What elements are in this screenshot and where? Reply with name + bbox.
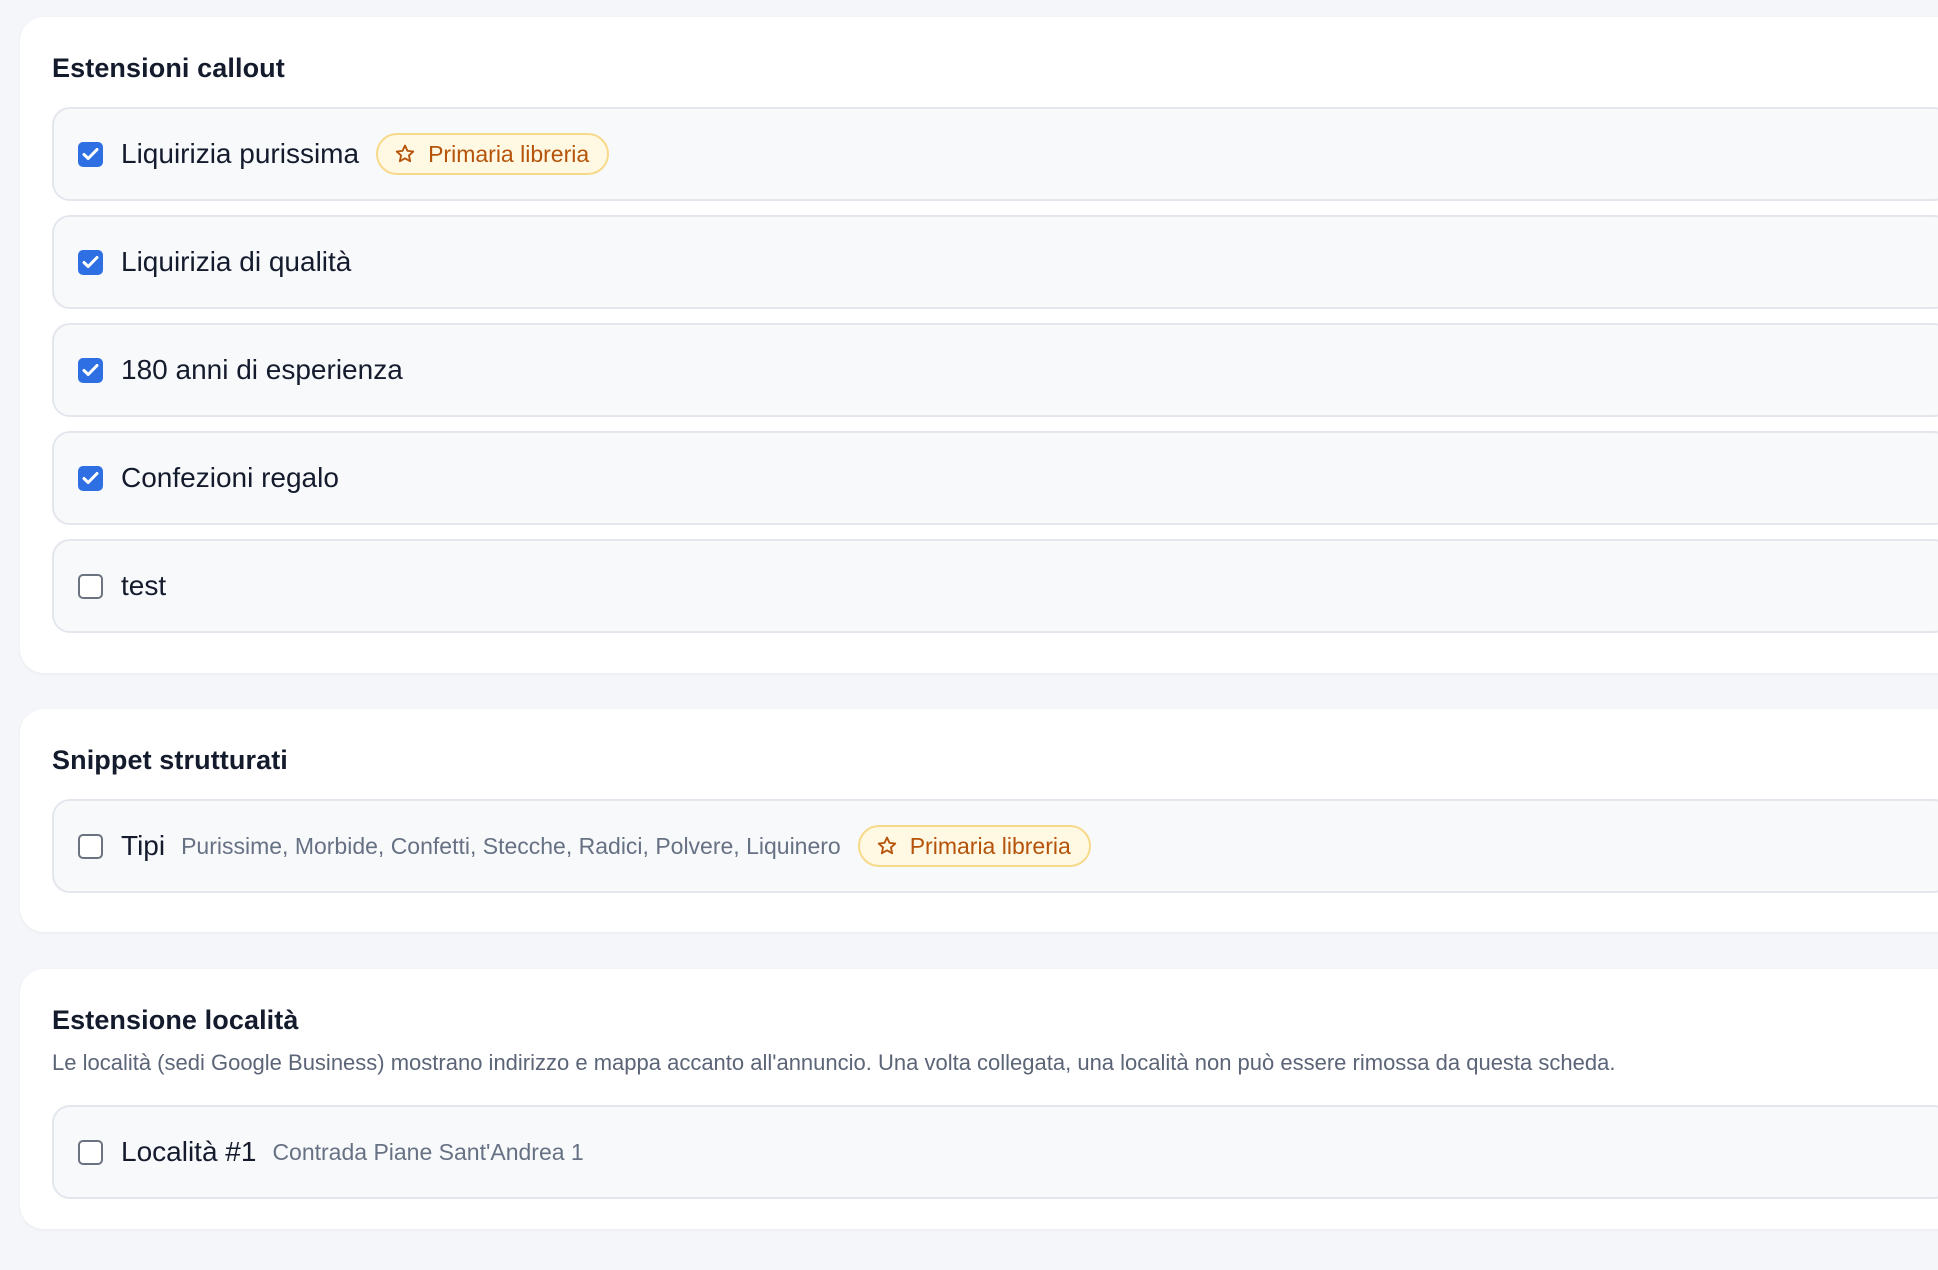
badge-label: Primaria libreria (428, 140, 590, 167)
callout-label: 180 anni di esperienza (121, 354, 403, 385)
snippet-item[interactable]: Tipi Purissime, Morbide, Confetti, Stecc… (52, 799, 1938, 893)
check-icon (82, 472, 99, 484)
snippet-values: Purissime, Morbide, Confetti, Stecche, R… (181, 832, 841, 859)
structured-snippets-card: Snippet strutturati Tipi Purissime, Morb… (20, 709, 1938, 932)
location-list: Località #1 Contrada Piane Sant'Andrea 1 (52, 1105, 1938, 1199)
callout-list: Liquirizia purissima Primaria libreria L… (52, 107, 1938, 633)
callout-item[interactable]: test (52, 539, 1938, 633)
callout-item[interactable]: Liquirizia purissima Primaria libreria (52, 107, 1938, 201)
checkbox-unchecked[interactable] (78, 1139, 103, 1165)
checkbox-unchecked[interactable] (78, 833, 103, 859)
callout-label: Confezioni regalo (121, 462, 339, 493)
section-title: Estensione località (52, 1005, 299, 1035)
section-title: Snippet strutturati (52, 745, 288, 775)
star-icon (394, 143, 416, 165)
location-address: Contrada Piane Sant'Andrea 1 (272, 1138, 584, 1165)
callout-item[interactable]: Confezioni regalo (52, 431, 1938, 525)
check-icon (82, 148, 99, 160)
snippet-header-label: Tipi (121, 830, 166, 861)
checkbox-checked[interactable] (78, 465, 103, 491)
badge-label: Primaria libreria (909, 832, 1071, 859)
page: Estensioni callout Liquirizia purissima … (0, 0, 1938, 1270)
location-extension-card: Estensione località Le località (sedi Go… (20, 969, 1938, 1229)
check-icon (82, 256, 99, 268)
star-icon (876, 835, 898, 857)
callout-label: test (121, 570, 167, 601)
checkbox-checked[interactable] (78, 249, 103, 275)
location-item[interactable]: Località #1 Contrada Piane Sant'Andrea 1 (52, 1105, 1938, 1199)
check-icon (82, 364, 99, 376)
primary-library-badge: Primaria libreria (857, 825, 1091, 867)
callout-item[interactable]: Liquirizia di qualità (52, 215, 1938, 309)
callout-label: Liquirizia purissima (121, 138, 360, 169)
callout-item[interactable]: 180 anni di esperienza (52, 323, 1938, 417)
snippet-list: Tipi Purissime, Morbide, Confetti, Stecc… (52, 799, 1938, 893)
callout-extensions-card: Estensioni callout Liquirizia purissima … (20, 17, 1938, 673)
checkbox-checked[interactable] (78, 141, 103, 167)
section-title: Estensioni callout (52, 53, 285, 83)
checkbox-checked[interactable] (78, 357, 103, 383)
checkbox-unchecked[interactable] (78, 573, 103, 599)
location-label: Località #1 (121, 1136, 257, 1167)
callout-label: Liquirizia di qualità (121, 246, 352, 277)
primary-library-badge: Primaria libreria (376, 133, 610, 175)
section-description: Le località (sedi Google Business) mostr… (52, 1050, 1616, 1075)
